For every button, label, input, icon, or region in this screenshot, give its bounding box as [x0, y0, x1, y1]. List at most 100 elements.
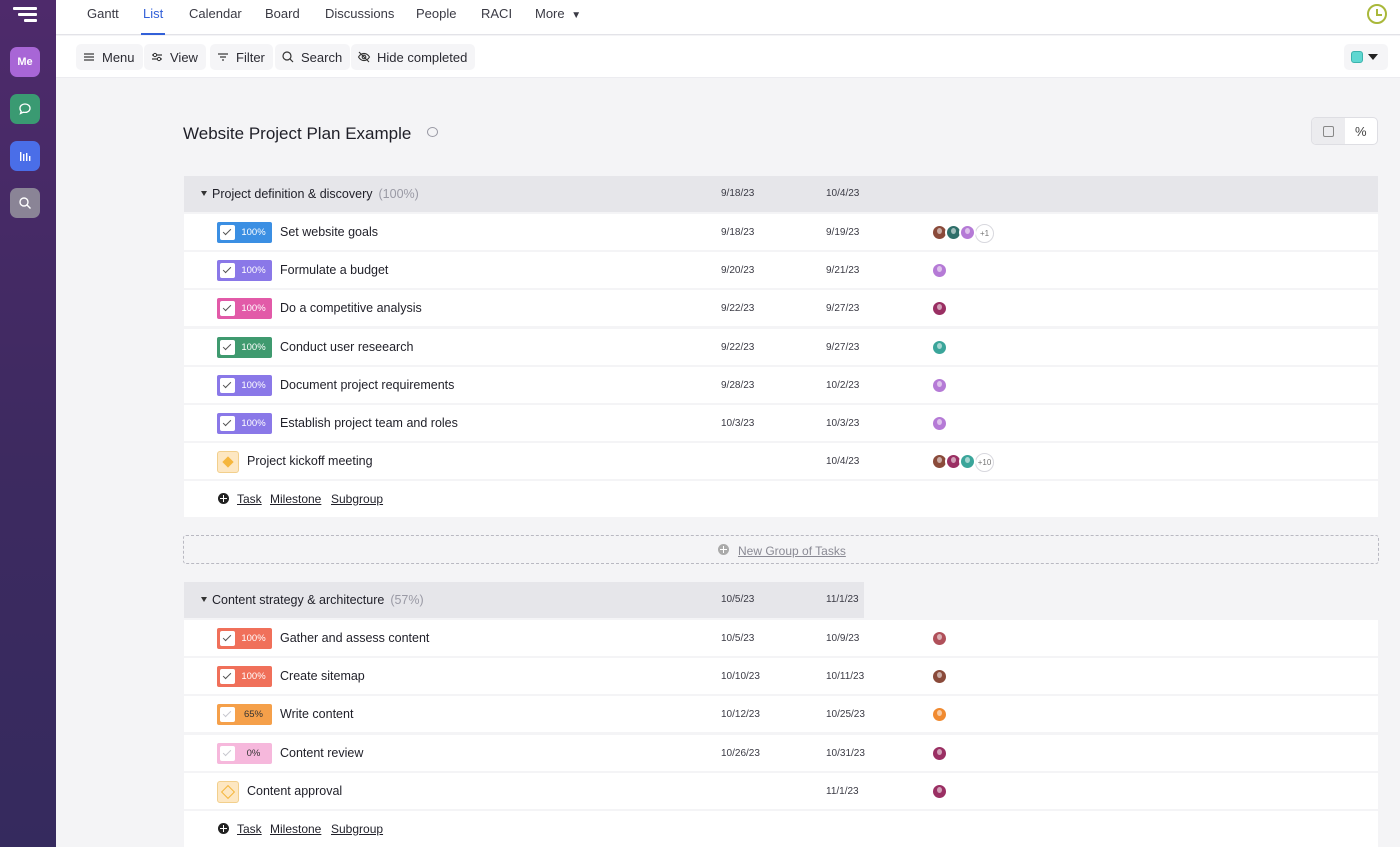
task-row[interactable]: 0%Content review10/26/2310/31/23	[184, 735, 1378, 771]
checkbox-icon[interactable]	[220, 631, 235, 646]
add-subgroup-link[interactable]: Subgroup	[331, 822, 383, 836]
assignee-avatars[interactable]	[931, 377, 945, 395]
task-progress-badge[interactable]: 100%	[217, 298, 272, 319]
task-row[interactable]: 100%Do a competitive analysis9/22/239/27…	[184, 290, 1378, 326]
checkbox-icon[interactable]	[220, 301, 235, 316]
checkbox-icon[interactable]	[220, 707, 235, 722]
task-progress-badge[interactable]: 100%	[217, 337, 272, 358]
tab-board[interactable]: Board	[265, 0, 300, 35]
milestone-row[interactable]: Content approval11/1/23	[184, 773, 1378, 809]
assignee-avatars[interactable]	[931, 783, 945, 801]
task-progress-badge[interactable]: 100%	[217, 666, 272, 687]
tab-more[interactable]: More ▼	[535, 0, 581, 35]
menu-button[interactable]: Menu	[76, 44, 143, 70]
color-picker[interactable]	[1344, 44, 1388, 70]
assignee-avatars[interactable]	[931, 668, 945, 686]
task-name[interactable]: Content review	[280, 746, 363, 760]
collapse-caret-icon[interactable]	[201, 597, 207, 602]
checkbox-view-button[interactable]	[1312, 118, 1345, 144]
task-progress-badge[interactable]: 65%	[217, 704, 272, 725]
add-milestone-link[interactable]: Milestone	[270, 822, 321, 836]
avatar[interactable]	[931, 783, 948, 800]
view-button[interactable]: View	[144, 44, 206, 70]
portfolio-icon[interactable]	[10, 141, 40, 171]
milestone-diamond-icon[interactable]	[217, 451, 239, 473]
assignee-avatars[interactable]: +1	[931, 224, 994, 242]
collapse-caret-icon[interactable]	[201, 191, 207, 196]
tab-calendar[interactable]: Calendar	[189, 0, 242, 35]
assignee-avatars[interactable]	[931, 745, 945, 763]
tab-gantt[interactable]: Gantt	[87, 0, 119, 35]
task-progress-badge[interactable]: 100%	[217, 222, 272, 243]
task-name[interactable]: Document project requirements	[280, 378, 454, 392]
add-task-link[interactable]: Task	[237, 492, 262, 506]
checkbox-icon[interactable]	[220, 746, 235, 761]
task-row[interactable]: 100%Formulate a budget9/20/239/21/23	[184, 252, 1378, 288]
new-group-button[interactable]: New Group of Tasks	[183, 535, 1379, 564]
task-progress-badge[interactable]: 100%	[217, 413, 272, 434]
task-progress-badge[interactable]: 100%	[217, 375, 272, 396]
task-name[interactable]: Conduct user reseearch	[280, 340, 413, 354]
task-name[interactable]: Write content	[280, 707, 353, 721]
avatar[interactable]	[931, 668, 948, 685]
group-title[interactable]: Content strategy & architecture(57%)	[212, 593, 424, 607]
task-row[interactable]: 100%Conduct user reseearch9/22/239/27/23	[184, 329, 1378, 365]
task-progress-badge[interactable]: 100%	[217, 628, 272, 649]
checkbox-icon[interactable]	[220, 669, 235, 684]
tab-discussions[interactable]: Discussions	[325, 0, 394, 35]
task-row[interactable]: 100%Document project requirements9/28/23…	[184, 367, 1378, 403]
checkbox-icon[interactable]	[220, 225, 235, 240]
avatar[interactable]	[931, 745, 948, 762]
group-header[interactable]: Content strategy & architecture(57%)10/5…	[184, 582, 864, 618]
search-button[interactable]: Search	[275, 44, 350, 70]
assignee-avatars[interactable]	[931, 339, 945, 357]
assignee-avatars[interactable]	[931, 415, 945, 433]
avatar[interactable]	[931, 300, 948, 317]
avatar[interactable]	[959, 453, 976, 470]
milestone-name[interactable]: Content approval	[247, 784, 342, 798]
task-name[interactable]: Gather and assess content	[280, 631, 429, 645]
checkbox-icon[interactable]	[220, 416, 235, 431]
task-progress-badge[interactable]: 0%	[217, 743, 272, 764]
more-assignees-badge[interactable]: +10	[975, 453, 994, 472]
checkbox-icon[interactable]	[220, 263, 235, 278]
hide-completed-button[interactable]: Hide completed	[351, 44, 475, 70]
assignee-avatars[interactable]: +10	[931, 453, 994, 471]
task-progress-badge[interactable]: 100%	[217, 260, 272, 281]
avatar[interactable]	[931, 377, 948, 394]
assignee-avatars[interactable]	[931, 630, 945, 648]
avatar[interactable]	[931, 415, 948, 432]
search-icon[interactable]	[10, 188, 40, 218]
assignee-avatars[interactable]	[931, 706, 945, 724]
avatar[interactable]	[959, 224, 976, 241]
app-logo-icon[interactable]	[13, 7, 37, 25]
avatar[interactable]	[931, 339, 948, 356]
add-subgroup-link[interactable]: Subgroup	[331, 492, 383, 506]
task-name[interactable]: Do a competitive analysis	[280, 301, 422, 315]
task-row[interactable]: 100%Create sitemap10/10/2310/11/23	[184, 658, 1378, 694]
avatar[interactable]	[931, 706, 948, 723]
chat-icon[interactable]	[10, 94, 40, 124]
tab-raci[interactable]: RACI	[481, 0, 512, 35]
assignee-avatars[interactable]	[931, 300, 945, 318]
task-row[interactable]: 65%Write content10/12/2310/25/23	[184, 696, 1378, 732]
task-name[interactable]: Establish project team and roles	[280, 416, 458, 430]
task-row[interactable]: 100%Establish project team and roles10/3…	[184, 405, 1378, 441]
clock-icon[interactable]	[1367, 4, 1387, 24]
tab-list[interactable]: List	[143, 0, 163, 35]
me-button[interactable]: Me	[10, 47, 40, 77]
filter-button[interactable]: Filter	[210, 44, 273, 70]
task-row[interactable]: 100%Set website goals9/18/239/19/23+1	[184, 214, 1378, 250]
checkbox-icon[interactable]	[220, 340, 235, 355]
percent-view-button[interactable]: %	[1345, 118, 1378, 144]
milestone-name[interactable]: Project kickoff meeting	[247, 454, 373, 468]
group-header[interactable]: Project definition & discovery(100%)9/18…	[184, 176, 1378, 212]
milestone-row[interactable]: Project kickoff meeting10/4/23+10	[184, 443, 1378, 479]
milestone-diamond-icon[interactable]	[217, 781, 239, 803]
add-task-link[interactable]: Task	[237, 822, 262, 836]
add-milestone-link[interactable]: Milestone	[270, 492, 321, 506]
task-row[interactable]: 100%Gather and assess content10/5/2310/9…	[184, 620, 1378, 656]
tab-people[interactable]: People	[416, 0, 456, 35]
assignee-avatars[interactable]	[931, 262, 945, 280]
group-title[interactable]: Project definition & discovery(100%)	[212, 187, 419, 201]
